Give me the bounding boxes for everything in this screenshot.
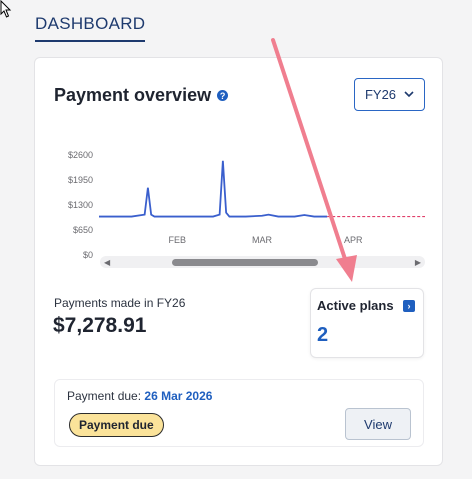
active-plans-count: 2 [317,324,329,346]
card-title: Payment overview [54,85,212,105]
payments-made-amount: $7,278.91 [53,314,147,337]
payment-due-line: Payment due: 26 Mar 2026 [67,389,212,403]
y-tick-label: $2600 [68,150,93,160]
y-tick-label: $1300 [68,200,93,210]
status-badge: Payment due [69,413,164,437]
help-circle-icon[interactable]: ? [217,90,229,101]
x-tick-label: APR [344,235,363,245]
view-button[interactable]: View [345,408,411,440]
y-tick-label: $1950 [68,175,93,185]
payments-chart: $2600 $1950 $1300 $650 $0 FEB MAR APR [68,150,425,260]
chart-scrollbar[interactable]: ◀ ▶ [100,256,425,268]
payment-due-date: 26 Mar 2026 [144,389,213,403]
active-plans-label: Active plans [317,298,394,313]
y-tick-label: $650 [73,225,93,235]
payments-made-label: Payments made in FY26 [54,296,186,310]
active-plans-card[interactable]: Active plans › 2 [310,288,424,358]
chevron-right-icon[interactable]: › [403,300,415,312]
card-header: Payment overview ? [54,85,229,106]
x-tick-label: FEB [168,235,186,245]
payment-overview-card: Payment overview ? FY26 $2600 $1950 $1300 $… [34,57,443,466]
y-tick-label: $0 [83,250,93,260]
payments-series-line [99,160,328,218]
payment-due-panel: Payment due: 26 Mar 2026 Payment due Vie… [54,379,424,447]
fiscal-year-value: FY26 [364,87,397,102]
scroll-left-icon[interactable]: ◀ [104,258,110,267]
chevron-down-icon [404,91,414,98]
scroll-thumb[interactable] [172,259,318,266]
payment-due-label: Payment due: [67,389,142,403]
page-title: DASHBOARD [35,14,146,42]
mouse-cursor-icon [0,0,12,18]
scroll-right-icon[interactable]: ▶ [415,258,421,267]
fiscal-year-select[interactable]: FY26 [354,78,425,111]
x-tick-label: MAR [252,235,273,245]
